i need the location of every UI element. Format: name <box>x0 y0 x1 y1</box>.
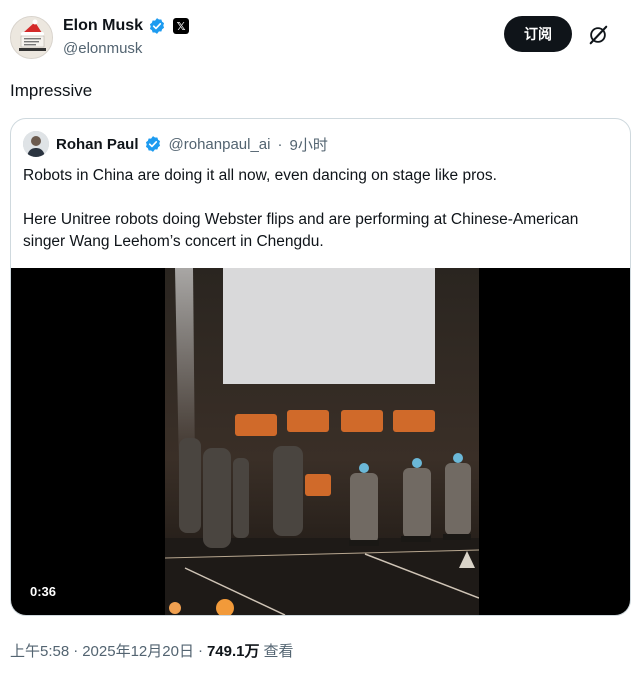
quoted-timestamp[interactable]: 9小时 <box>289 134 327 155</box>
quoted-display-name[interactable]: Rohan Paul <box>56 136 139 153</box>
quoted-author-avatar[interactable] <box>23 131 49 157</box>
quoted-tweet-card[interactable]: Rohan Paul @rohanpaul_ai · 9小时 Robots in… <box>10 118 631 616</box>
quoted-text: Robots in China are doing it all now, ev… <box>23 165 623 253</box>
quoted-paragraph: Robots in China are doing it all now, ev… <box>23 167 497 184</box>
quoted-header: Rohan Paul @rohanpaul_ai · 9小时 <box>23 131 328 157</box>
post-time[interactable]: 上午5:58 <box>10 640 69 661</box>
footer-separator: · <box>73 642 79 659</box>
author-handle[interactable]: @elonmusk <box>63 40 142 57</box>
subscribe-button[interactable]: 订阅 <box>504 16 572 52</box>
tweet-header: Elon Musk 𝕏 @elonmusk 订阅 <box>10 14 629 62</box>
author-display-name[interactable]: Elon Musk <box>63 17 143 35</box>
quoted-paragraph: Here Unitree robots doing Webster flips … <box>23 211 579 250</box>
views-count: 749.1万 <box>206 643 260 660</box>
footer-separator: · <box>197 642 203 659</box>
video-thumbnail[interactable] <box>165 268 479 615</box>
verified-badge-icon <box>149 18 165 34</box>
quoted-handle[interactable]: @rohanpaul_ai <box>169 136 271 153</box>
tweet-footer: 上午5:58 · 2025年12月20日 · 749.1万 查看 <box>10 640 294 661</box>
video-player[interactable]: 0:36 <box>11 268 630 615</box>
post-date[interactable]: 2025年12月20日 <box>82 640 194 661</box>
grok-icon[interactable] <box>587 24 609 46</box>
video-duration: 0:36 <box>24 582 63 601</box>
quoted-separator: · <box>277 135 283 153</box>
views-label: 查看 <box>263 643 294 660</box>
tweet-text: Impressive <box>10 81 93 100</box>
quoted-verified-badge-icon <box>145 136 160 152</box>
author-avatar[interactable] <box>10 16 53 59</box>
concert-scene-image <box>165 268 479 615</box>
x-affiliate-icon: 𝕏 <box>173 18 190 34</box>
author-name-row: Elon Musk 𝕏 <box>63 17 190 35</box>
